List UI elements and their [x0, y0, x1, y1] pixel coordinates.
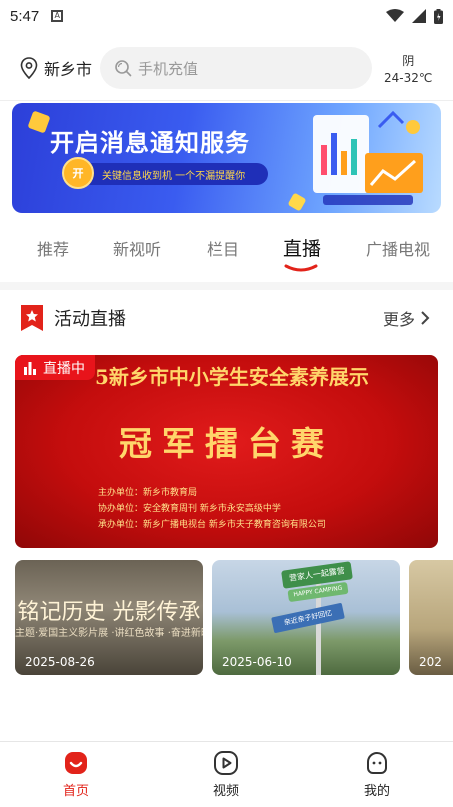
nav-video-label: 视频 [212, 784, 239, 799]
search-bar[interactable]: 手机充值 [100, 47, 373, 89]
home-icon [65, 752, 87, 774]
signal-icon [412, 9, 426, 23]
live-main-title: 冠军擂台赛 [119, 424, 334, 463]
nav-video[interactable]: 视频 [186, 750, 266, 799]
section-header: 活动直播 更多 [0, 300, 453, 336]
nav-home-label: 首页 [62, 784, 89, 799]
video-icon [214, 751, 238, 775]
tab-new-audiovisual[interactable]: 新视听 [113, 236, 161, 260]
weather-temperature: 24-32℃ [384, 70, 433, 85]
location-selector[interactable]: 新乡市 [20, 56, 92, 80]
more-label: 更多 [382, 310, 415, 329]
video-sign: 亲近亲子好回忆 [271, 602, 345, 634]
tab-recommend[interactable]: 推荐 [37, 236, 69, 260]
live-event-card[interactable]: 5新乡市中小学生安全素养展示 冠军擂台赛 主办单位：新乡市教育局 协办单位：安全… [15, 355, 438, 548]
top-header: 新乡市 手机充值 阴 24-32℃ [0, 40, 453, 96]
status-icons [386, 8, 443, 24]
tab-live[interactable]: 直播 [283, 234, 321, 261]
notification-banner[interactable]: 开启消息通知服务 关键信息收到机 一个不漏提醒你 开 [12, 103, 441, 213]
decor-cube [27, 110, 51, 134]
weather-widget[interactable]: 阴 24-32℃ [384, 52, 432, 85]
wifi-icon [386, 9, 404, 22]
tab-columns[interactable]: 栏目 [207, 236, 239, 260]
weather-condition: 阴 [402, 53, 415, 68]
organizer-line: 主办单位：新乡市教育局 [98, 488, 198, 498]
nav-profile[interactable]: 我的 [337, 750, 417, 799]
search-placeholder: 手机充值 [138, 59, 199, 78]
organizer-line: 协办单位：安全教育周刊 新乡市永安高级中学 [98, 504, 281, 514]
live-badge: 直播中 [15, 355, 95, 380]
live-headline: 5新乡市中小学生安全素养展示 [95, 365, 369, 389]
analytics-illustration-icon [313, 110, 423, 205]
live-badge-label: 直播中 [43, 360, 85, 377]
chevron-right-icon [421, 311, 430, 325]
video-date: 2025-06-10 [222, 655, 292, 669]
bookmark-star-icon [21, 305, 43, 331]
status-bar: 5:47 A [0, 0, 453, 32]
location-pin-icon [20, 57, 38, 79]
notification-icon: A [51, 10, 64, 22]
status-time: 5:47 [10, 7, 40, 25]
search-icon [115, 60, 132, 77]
more-link[interactable]: 更多 [383, 306, 431, 330]
active-tab-indicator [284, 264, 318, 272]
video-date: 202 [419, 655, 442, 669]
banner-subtitle-pill: 关键信息收到机 一个不漏提醒你 [68, 163, 268, 185]
video-subtitle: 主题·爱国主义影片展 ·讲红色故事 ·奋进新时代 [15, 628, 203, 639]
nav-home[interactable]: 首页 [36, 750, 116, 799]
live-organizers: 主办单位：新乡市教育局 协办单位：安全教育周刊 新乡市永安高级中学 承办单位：新… [98, 485, 326, 533]
banner-subtitle: 关键信息收到机 一个不漏提醒你 [102, 170, 246, 182]
video-date: 2025-08-26 [25, 655, 95, 669]
banner-title: 开启消息通知服务 [50, 129, 250, 157]
live-bars-icon [24, 361, 36, 375]
video-thumbnail[interactable]: 202 [409, 560, 453, 675]
video-title: 铭记历史 光影传承 [17, 600, 201, 625]
tab-broadcast-tv[interactable]: 广播电视 [366, 236, 430, 260]
bottom-navigation: 首页 视频 我的 [0, 741, 453, 807]
video-thumbnail[interactable]: 营家人一起露营 HAPPY CAMPING 亲近亲子好回忆 2025-06-10 [212, 560, 400, 675]
banner-badge: 开 [62, 157, 94, 189]
section-title: 活动直播 [54, 309, 126, 330]
header-divider [0, 100, 453, 101]
video-thumbnail[interactable]: 铭记历史 光影传承 主题·爱国主义影片展 ·讲红色故事 ·奋进新时代 2025-… [15, 560, 203, 675]
location-label: 新乡市 [44, 60, 93, 79]
battery-icon [434, 8, 443, 24]
profile-icon [367, 752, 387, 774]
section-separator [0, 282, 453, 290]
channel-tabs: 推荐 新视听 栏目 直播 广播电视 [0, 226, 453, 272]
organizer-line: 承办单位：新乡广播电视台 新乡市夫子教育咨询有限公司 [98, 520, 326, 530]
nav-profile-label: 我的 [363, 784, 390, 799]
